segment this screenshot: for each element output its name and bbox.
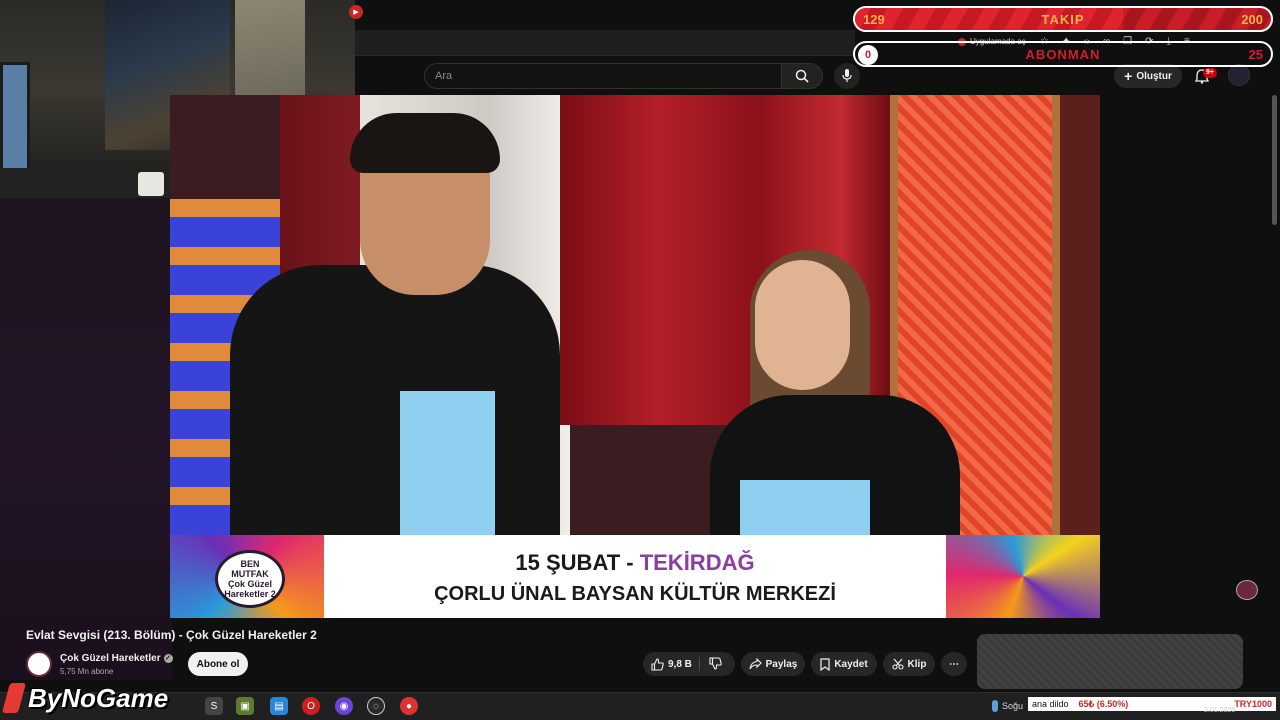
- search-input[interactable]: [435, 70, 781, 82]
- ticker-change: 65₺ (6.50%): [1078, 698, 1129, 709]
- thermometer-icon: [992, 700, 998, 712]
- background-strip: [0, 198, 172, 680]
- discord-icon[interactable]: ◉: [335, 697, 353, 715]
- subscriber-goal: 25: [1248, 47, 1263, 62]
- actor-woman-head: [755, 260, 850, 390]
- channel-subscribers: 5,75 Mn abone: [60, 667, 114, 676]
- weather-text: Soğu: [1002, 701, 1024, 711]
- thumbs-down-icon[interactable]: [709, 657, 722, 670]
- brand-name: ByNoGame: [28, 682, 169, 713]
- voice-search-button[interactable]: [834, 63, 860, 89]
- stream-screen: ▶ + Oluştur 9+ BEN MUTFAK Çok Güzel H: [0, 0, 1280, 720]
- bookmark-icon: [820, 657, 830, 671]
- more-actions-button[interactable]: ⋯: [941, 652, 967, 676]
- save-button[interactable]: Kaydet: [811, 652, 877, 676]
- channel-name-row[interactable]: Çok Güzel Hareketler ✓: [60, 653, 173, 664]
- like-dislike-group: 9,8 B: [643, 652, 735, 676]
- brand-logo-icon: [1, 683, 27, 713]
- streamer-brand: ByNoGame: [1, 678, 169, 718]
- share-button[interactable]: Paylaş: [741, 652, 805, 676]
- like-separator: [699, 657, 700, 671]
- subscriber-label: ABONMAN: [1025, 47, 1101, 62]
- ticker-currency: TRY1000: [1234, 699, 1272, 709]
- actor-man-shirt-print: [400, 391, 495, 536]
- browser-toolbar: [355, 30, 855, 56]
- store-icon[interactable]: ▣: [236, 697, 254, 715]
- create-label: Oluştur: [1136, 70, 1172, 82]
- search-button[interactable]: [781, 63, 823, 89]
- banner-venue: ÇORLU ÜNAL BAYSAN KÜLTÜR MERKEZİ: [434, 583, 836, 605]
- webcam-wall: [235, 0, 305, 110]
- scissors-icon: [891, 658, 904, 670]
- actor-man-body: [230, 265, 560, 535]
- follower-goal: 200: [1241, 12, 1263, 27]
- create-button[interactable]: + Oluştur: [1114, 64, 1182, 88]
- alert-ticker: ana dildo 65₺ (6.50%) TRY1000: [1028, 697, 1276, 711]
- search-box[interactable]: [424, 63, 782, 89]
- account-avatar[interactable]: [1228, 64, 1250, 86]
- webcam-monitor: [0, 62, 30, 184]
- banner-place: TEKİRDAĞ: [639, 550, 755, 575]
- webcam-mug: [138, 172, 164, 196]
- page-scrollbar[interactable]: [1272, 95, 1277, 225]
- follower-goal-bar: 129 TAKIP 200: [853, 6, 1273, 32]
- files-icon[interactable]: ▤: [270, 697, 288, 715]
- recommended-video-card[interactable]: [977, 634, 1243, 689]
- opera-icon[interactable]: O: [302, 697, 320, 715]
- notifications-badge: 9+: [1203, 68, 1217, 78]
- subscriber-goal-bar: 0 ABONMAN 25: [853, 41, 1273, 67]
- plus-icon: +: [1124, 68, 1133, 84]
- banner-date: 15 ŞUBAT -: [515, 550, 640, 575]
- save-label: Kaydet: [834, 658, 868, 670]
- actor-man-hair: [350, 113, 500, 173]
- ticker-text: ana dildo: [1032, 699, 1069, 709]
- record-icon: ▶: [349, 5, 363, 19]
- share-label: Paylaş: [765, 658, 798, 670]
- taskbar-date: 2.01.2026: [1204, 707, 1236, 714]
- set-right-wall: [1060, 95, 1100, 535]
- banner-right-art: [946, 535, 1100, 618]
- search-icon: [795, 69, 809, 83]
- video-title: Evlat Sevgisi (213. Bölüm) - Çok Güzel H…: [26, 628, 317, 642]
- clip-button[interactable]: Klip: [883, 652, 935, 676]
- obs-icon[interactable]: S: [205, 697, 223, 715]
- verified-icon: ✓: [163, 653, 173, 663]
- chrome-profile-icon[interactable]: ●: [400, 697, 418, 715]
- actor-woman-shirt-print: [740, 480, 870, 540]
- banner-date-line: 15 ŞUBAT - TEKİRDAĞ: [324, 550, 946, 576]
- video-player[interactable]: BEN MUTFAK Çok Güzel Hareketler 2 15 ŞUB…: [170, 95, 1100, 618]
- like-count[interactable]: 9,8 B: [668, 659, 692, 670]
- steam-icon[interactable]: ◌: [367, 697, 385, 715]
- weather-widget[interactable]: Soğu: [992, 700, 1023, 712]
- thumbs-up-icon[interactable]: [651, 657, 664, 671]
- show-logo: BEN MUTFAK Çok Güzel Hareketler 2: [215, 550, 285, 608]
- clip-label: Klip: [907, 658, 927, 670]
- microphone-icon: [842, 69, 852, 82]
- channel-watermark[interactable]: [1236, 580, 1258, 600]
- follower-label: TAKIP: [1041, 12, 1085, 27]
- channel-avatar[interactable]: [26, 651, 52, 677]
- share-icon: [749, 658, 762, 670]
- channel-name[interactable]: Çok Güzel Hareketler: [60, 653, 161, 664]
- subscribe-button[interactable]: Abone ol: [188, 652, 248, 676]
